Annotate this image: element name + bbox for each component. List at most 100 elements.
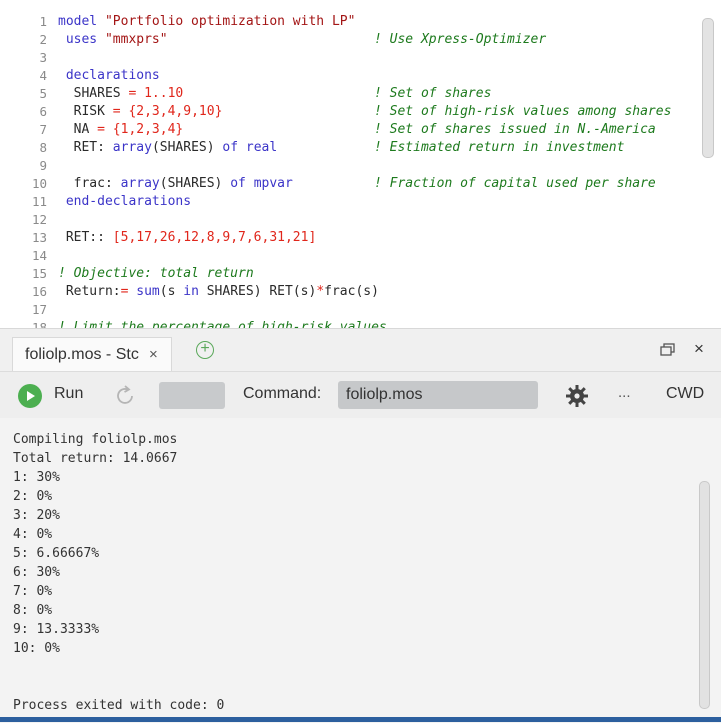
command-input[interactable]	[338, 381, 538, 409]
code-editor[interactable]: 1 2 3 4 5 6 7 8 9 10 11 12 13 14 15 16 17 18 model "Portf…	[0, 0, 721, 328]
code-token: in	[183, 284, 199, 299]
line-number: 15	[31, 266, 47, 281]
cwd-button[interactable]: CWD	[666, 385, 704, 403]
code-token: NA	[58, 122, 98, 137]
code-line[interactable]: NA = {1,2,3,4} ! Set of shares issued in …	[58, 121, 703, 139]
code-line[interactable]: model "Portfolio optimization with LP"	[58, 13, 703, 31]
line-number: 12	[31, 212, 47, 227]
line-number: 10	[31, 176, 47, 191]
line-number-gutter: 1 2 3 4 5 6 7 8 9 10 11 12 13 14 15 16 17 18	[0, 13, 58, 328]
panel-close-icon[interactable]: ×	[694, 339, 704, 359]
output-line: 8: 0%	[13, 603, 53, 618]
output-line: 6: 30%	[13, 565, 60, 580]
code-line[interactable]: SHARES = 1..10 ! Set of shares	[58, 85, 703, 103]
code-token: sum	[136, 284, 160, 299]
status-accent-bar	[0, 717, 721, 722]
output-line: 3: 20%	[13, 508, 60, 523]
code-token: declarations	[58, 68, 160, 83]
code-token: model	[58, 14, 105, 29]
code-line[interactable]	[58, 49, 703, 67]
code-line[interactable]: frac: array(SHARES) of mpvar ! Fraction o…	[58, 175, 703, 193]
output-line: 7: 0%	[13, 584, 53, 599]
code-line[interactable]	[58, 301, 703, 319]
code-token: RISK	[58, 104, 113, 119]
output-lines: Compiling foliolp.mos Total return: 14.06…	[13, 430, 177, 658]
code-token: ]	[308, 230, 317, 245]
code-comment: ! Fraction of capital used per share	[374, 176, 656, 191]
output-line: 5: 6.66667%	[13, 546, 100, 561]
code-line[interactable]	[58, 247, 703, 265]
code-token: "Portfolio optimization with LP"	[104, 14, 356, 29]
command-label: Command:	[243, 385, 322, 402]
line-number: 1	[39, 14, 47, 29]
output-console[interactable]: Compiling foliolp.mos Total return: 14.06…	[0, 418, 721, 723]
line-number: 5	[39, 86, 47, 101]
code-line[interactable]: RISK = {2,3,4,9,10} ! Set of high-risk va…	[58, 103, 703, 121]
line-number: 6	[39, 104, 47, 119]
code-token: SHARES) RET(s)	[198, 284, 317, 299]
play-circle-icon[interactable]	[18, 384, 42, 408]
code-token: RET::	[58, 230, 113, 245]
output-line: Total return: 14.0667	[13, 451, 178, 466]
line-number: 3	[39, 50, 47, 65]
tab-close-icon[interactable]: ×	[149, 346, 158, 363]
line-number: 7	[39, 122, 47, 137]
tab-foliolp-run[interactable]: foliolp.mos - Stc ×	[12, 337, 172, 371]
code-token: 1,2,3,4	[120, 122, 176, 137]
code-token: = {	[112, 104, 137, 119]
code-token: RET:	[58, 140, 113, 155]
code-token: frac:	[58, 176, 121, 191]
restart-icon[interactable]	[113, 384, 137, 413]
code-token: }	[175, 122, 184, 137]
code-token: array	[112, 140, 152, 155]
panel-tab-bar: foliolp.mos - Stc × + ×	[0, 329, 721, 371]
line-number: 8	[39, 140, 47, 155]
code-line[interactable]: RET: array(SHARES) of real ! Estimated re…	[58, 139, 703, 157]
code-line[interactable]	[58, 157, 703, 175]
run-button[interactable]: Run	[54, 385, 83, 403]
code-token: frac(s)	[324, 284, 379, 299]
code-token: array	[120, 176, 160, 191]
output-line: Compiling foliolp.mos	[13, 432, 178, 447]
code-token: of mpvar	[230, 176, 293, 191]
code-line[interactable]: declarations	[58, 67, 703, 85]
code-comment: ! Set of high-risk values among shares	[374, 104, 672, 119]
code-comment: ! Set of shares	[374, 86, 492, 101]
run-panel: foliolp.mos - Stc × + × Run Command: fol…	[0, 328, 721, 723]
code-line[interactable]: uses "mmxprs" ! Use Xpress-Optimizer	[58, 31, 703, 49]
code-token: = 1..10	[128, 86, 184, 101]
line-number: 4	[39, 68, 47, 83]
code-token: (SHARES)	[159, 176, 231, 191]
line-number: 14	[31, 248, 47, 263]
code-token: 2,3,4,9,10	[136, 104, 215, 119]
line-number: 17	[31, 302, 47, 317]
code-line[interactable]	[58, 211, 703, 229]
code-comment: ! Estimated return in investment	[374, 140, 625, 155]
code-comment: ! Set of shares issued in N.-America	[374, 122, 656, 137]
gear-icon[interactable]	[564, 383, 590, 414]
code-line[interactable]: Return:= sum(s in SHARES) RET(s)*frac(s)	[58, 283, 703, 301]
code-token: Return:	[58, 284, 121, 299]
code-token: ! Limit the percentage of high-risk valu…	[58, 320, 387, 328]
line-number: 16	[31, 284, 47, 299]
add-tab-icon[interactable]: +	[196, 341, 214, 359]
maximize-icon[interactable]	[660, 343, 676, 362]
code-token: "mmxprs"	[104, 32, 168, 47]
code-token: 5,17,26,12,8,9,7,6,31,21	[120, 230, 309, 245]
code-line[interactable]: ! Objective: total return	[58, 265, 703, 283]
more-button[interactable]: ...	[618, 384, 631, 401]
output-line: 1: 30%	[13, 470, 60, 485]
code-token: = {	[97, 122, 121, 137]
code-line[interactable]: end-declarations	[58, 193, 703, 211]
code-area[interactable]: model "Portfolio optimization with LP" u…	[58, 13, 703, 328]
code-line[interactable]: RET:: [5,17,26,12,8,9,7,6,31,21]	[58, 229, 703, 247]
stop-button[interactable]	[159, 382, 225, 409]
output-line: 9: 13.3333%	[13, 622, 100, 637]
editor-scrollbar[interactable]	[702, 18, 714, 158]
exit-status-line: Process exited with code: 0	[13, 698, 225, 713]
line-number: 13	[31, 230, 47, 245]
run-toolbar: Run Command: foliolp.mos ... CWD	[0, 371, 721, 418]
code-token: (s	[159, 284, 184, 299]
output-scrollbar[interactable]	[699, 481, 710, 709]
code-line[interactable]: ! Limit the percentage of high-risk valu…	[58, 319, 703, 328]
